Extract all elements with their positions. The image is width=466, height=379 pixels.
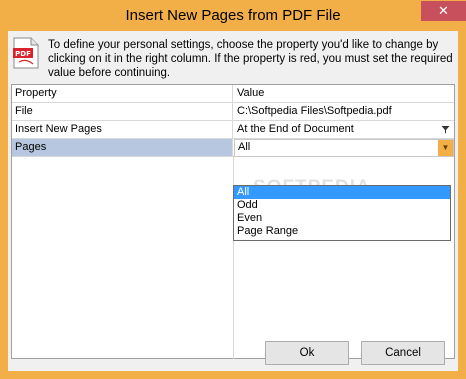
instructions-text: To define your personal settings, choose… (48, 39, 453, 79)
property-value-file[interactable]: C:\Softpedia Files\Softpedia.pdf (234, 103, 454, 120)
dialog-window: Insert New Pages from PDF File ✕ PDF To … (0, 0, 466, 379)
insert-new-pages-value: At the End of Document (237, 123, 354, 135)
pages-dropdown-list[interactable]: All Odd Even Page Range (233, 185, 451, 241)
ok-button[interactable]: Ok (265, 341, 349, 365)
property-name-insert-new-pages[interactable]: Insert New Pages (12, 121, 233, 138)
column-header-value[interactable]: Value (234, 85, 454, 102)
close-icon: ✕ (438, 3, 449, 18)
property-name-pages[interactable]: Pages (12, 139, 233, 156)
column-header-property[interactable]: Property (12, 85, 233, 102)
info-panel: PDF To define your personal settings, ch… (8, 31, 458, 81)
dropdown-option-odd[interactable]: Odd (234, 199, 450, 212)
property-value-insert-new-pages[interactable]: At the End of Document (234, 121, 454, 138)
grid-row-insert-new-pages[interactable]: Insert New Pages At the End of Document (12, 121, 454, 139)
chevron-down-icon: ▼ (441, 143, 450, 152)
grid-header-row: Property Value (12, 85, 454, 103)
title-bar[interactable]: Insert New Pages from PDF File ✕ (0, 0, 466, 31)
close-button[interactable]: ✕ (421, 1, 466, 21)
pages-combobox-value: All (238, 141, 251, 153)
dialog-client-area: PDF To define your personal settings, ch… (8, 31, 458, 371)
window-title: Insert New Pages from PDF File (125, 7, 341, 24)
pages-combobox[interactable]: All ▼ (234, 139, 454, 157)
pdf-icon-label: PDF (15, 50, 31, 58)
pages-dropdown-button[interactable]: ▼ (438, 140, 453, 156)
dropdown-option-even[interactable]: Even (234, 212, 450, 225)
property-name-file[interactable]: File (12, 103, 233, 120)
dropdown-option-all[interactable]: All (234, 186, 450, 199)
filter-arrow-icon[interactable] (441, 125, 450, 134)
grid-row-file[interactable]: File C:\Softpedia Files\Softpedia.pdf (12, 103, 454, 121)
cancel-button[interactable]: Cancel (361, 341, 445, 365)
grid-row-pages[interactable]: Pages All ▼ (12, 139, 454, 157)
pdf-file-icon: PDF (13, 37, 39, 69)
dropdown-option-page-range[interactable]: Page Range (234, 225, 450, 238)
